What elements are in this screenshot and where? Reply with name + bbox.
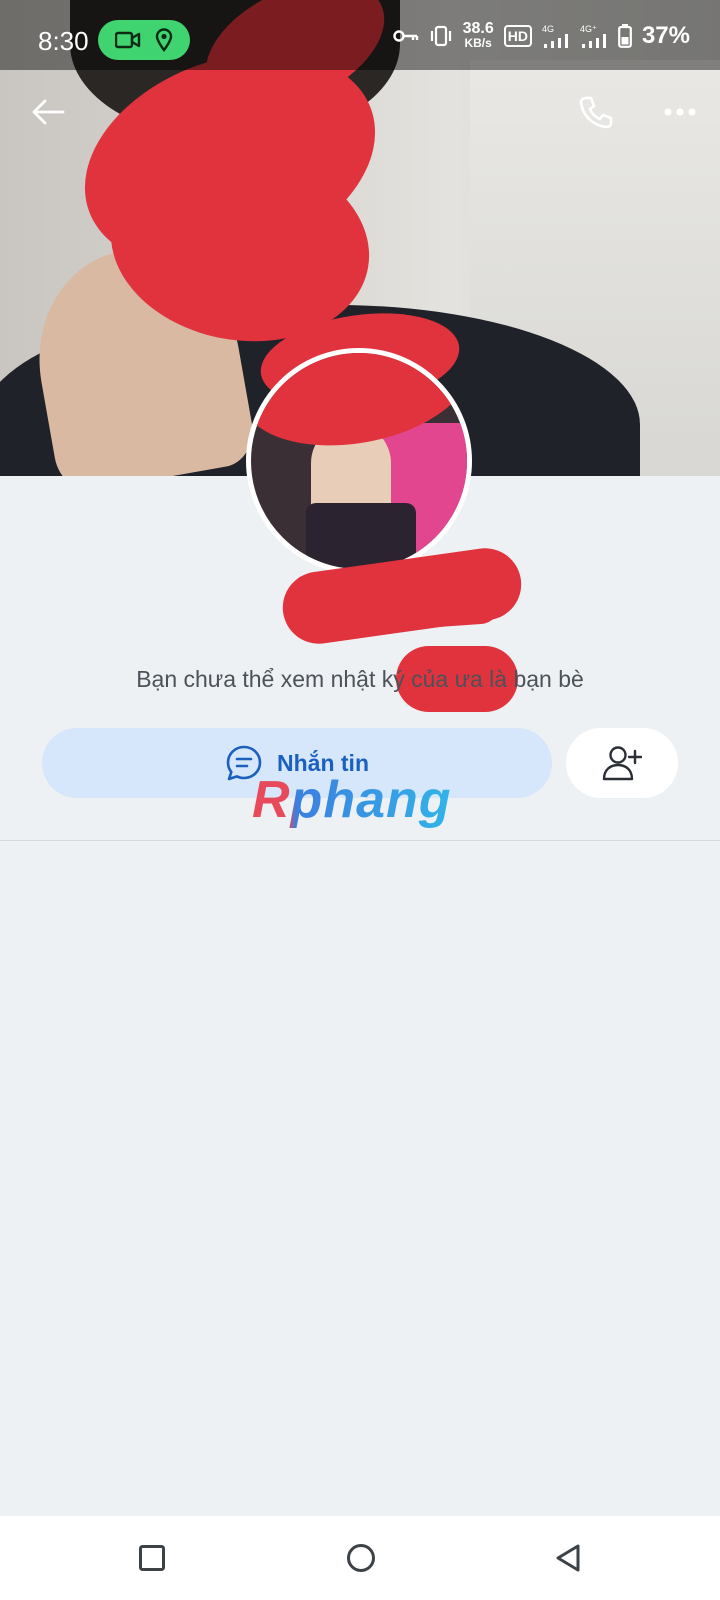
more-dots-icon bbox=[664, 108, 696, 116]
location-pin-icon bbox=[155, 28, 173, 52]
speed-unit: KB/s bbox=[464, 36, 492, 50]
status-time: 8:30 bbox=[38, 26, 89, 56]
circle-icon bbox=[347, 1544, 375, 1572]
status-bar: 8:30 38.6 KB/s HD 4G 4G⁺ 37% bbox=[0, 0, 720, 70]
triangle-back-icon bbox=[556, 1544, 580, 1572]
network-type-2: 4G⁺ bbox=[579, 23, 597, 34]
signal-bars-icon bbox=[543, 33, 568, 48]
recents-button[interactable] bbox=[124, 1530, 180, 1586]
call-button[interactable] bbox=[568, 84, 624, 140]
add-friend-button[interactable] bbox=[566, 728, 678, 798]
network-speed: 38.6 KB/s bbox=[462, 20, 494, 51]
private-diary-note: Bạn chưa thể xem nhật ký của ưa là bạn b… bbox=[136, 666, 584, 692]
add-friend-icon bbox=[602, 746, 642, 781]
speed-value: 38.6 bbox=[462, 20, 494, 37]
home-button[interactable] bbox=[333, 1530, 389, 1586]
back-button[interactable] bbox=[20, 84, 76, 140]
back-arrow-icon bbox=[32, 99, 65, 125]
status-indicators: 38.6 KB/s HD 4G 4G⁺ 37% bbox=[392, 20, 690, 51]
vibrate-icon bbox=[430, 25, 451, 47]
square-icon bbox=[139, 1545, 165, 1571]
network-type-1: 4G bbox=[541, 23, 554, 34]
section-divider bbox=[0, 840, 720, 841]
battery-percent: 37% bbox=[641, 22, 690, 49]
hd-badge: HD bbox=[503, 25, 532, 47]
signal-bars-icon bbox=[581, 33, 606, 48]
nav-back-button[interactable] bbox=[540, 1530, 596, 1586]
system-nav-bar bbox=[0, 1516, 720, 1600]
watermark-logo: Rphang bbox=[252, 771, 452, 829]
battery-icon bbox=[618, 24, 632, 48]
video-camera-icon bbox=[115, 31, 141, 49]
more-button[interactable] bbox=[652, 84, 708, 140]
signal-1: 4G bbox=[541, 23, 570, 48]
avatar[interactable] bbox=[246, 348, 472, 574]
signal-2: 4G⁺ bbox=[579, 23, 608, 48]
phone-icon bbox=[579, 96, 613, 129]
recording-pill[interactable] bbox=[98, 20, 190, 60]
vpn-key-icon bbox=[392, 30, 418, 42]
